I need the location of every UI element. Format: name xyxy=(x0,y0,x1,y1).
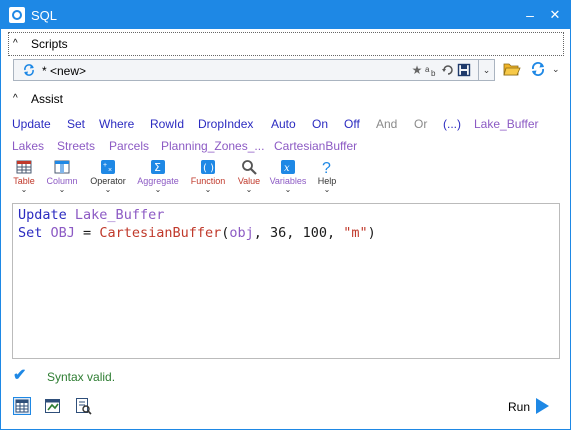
svg-text:×: × xyxy=(108,167,112,174)
refresh-dropdown-chevron-icon[interactable]: ⌄ xyxy=(552,64,560,75)
table-parcels[interactable]: Parcels xyxy=(109,139,149,153)
chevron-down-icon: ⌄ xyxy=(104,185,112,194)
sql-operator: = xyxy=(74,225,100,241)
map-view-icon[interactable] xyxy=(44,397,62,415)
status-message: Syntax valid. xyxy=(47,370,116,384)
editor-line-2: Set OBJ = CartesianBuffer(obj, 36, 100, … xyxy=(18,224,554,242)
keyword-update[interactable]: Update xyxy=(12,117,51,131)
magnifier-icon xyxy=(242,160,257,175)
scripts-section-header[interactable]: ^ Scripts xyxy=(8,32,564,56)
app-icon xyxy=(9,7,25,23)
chevron-down-icon: ⌄ xyxy=(20,185,28,194)
operator-menu-button[interactable]: + × Operator ⌄ xyxy=(88,159,128,194)
chevron-down-icon: ⌄ xyxy=(154,185,162,194)
sql-table-name: Lake_Buffer xyxy=(74,207,165,223)
sql-separator: , xyxy=(286,225,303,241)
keyword-or[interactable]: Or xyxy=(414,117,427,131)
svg-text:Σ: Σ xyxy=(154,161,161,174)
sql-separator: , xyxy=(326,225,344,241)
run-label[interactable]: Run xyxy=(508,400,530,414)
keyword-where[interactable]: Where xyxy=(99,117,134,131)
sql-field-name: OBJ xyxy=(50,225,75,241)
variable-icon: x xyxy=(281,160,295,174)
keyword-parentheses[interactable]: (...) xyxy=(443,117,461,131)
scripts-label: Scripts xyxy=(31,37,68,51)
table-streets[interactable]: Streets xyxy=(57,139,95,153)
operator-icon: + × xyxy=(101,160,115,174)
keyword-row-1: Update Set Where RowId DropIndex Auto On… xyxy=(12,117,562,133)
svg-text:b: b xyxy=(431,69,436,77)
table-planning-zones[interactable]: Planning_Zones_... xyxy=(161,139,264,153)
sql-function-name: CartesianBuffer xyxy=(99,225,222,241)
help-icon: ? xyxy=(322,160,331,175)
keyword-auto[interactable]: Auto xyxy=(271,117,296,131)
sql-number: 36 xyxy=(270,225,287,241)
function-icon: ( ) xyxy=(201,160,215,174)
grid-view-icon[interactable] xyxy=(13,397,31,415)
sql-number: 100 xyxy=(302,225,327,241)
script-dropdown-button[interactable]: ⌄ xyxy=(478,60,494,80)
script-selector[interactable]: * <new> ★ a b ⌄ xyxy=(13,59,495,81)
function-cartesianbuffer[interactable]: CartesianBuffer xyxy=(274,139,357,153)
sql-keyword: Update xyxy=(18,207,67,223)
sql-window: SQL – ✕ ^ Scripts * <new> ★ a b ⌄ ⌄ ^ As… xyxy=(0,0,571,430)
chevron-down-icon: ⌄ xyxy=(58,185,66,194)
svg-text:+: + xyxy=(103,162,107,169)
chevron-down-icon: ⌄ xyxy=(323,185,331,194)
sql-paren: ) xyxy=(367,225,376,241)
assist-label: Assist xyxy=(31,92,64,106)
sigma-icon: Σ xyxy=(151,160,165,174)
table-icon xyxy=(16,160,32,174)
variables-menu-button[interactable]: x Variables ⌄ xyxy=(269,159,307,194)
svg-text:a: a xyxy=(425,65,430,74)
rename-icon[interactable]: a b xyxy=(425,63,439,77)
refresh-scripts-icon[interactable] xyxy=(530,61,546,77)
svg-text:( ): ( ) xyxy=(203,163,214,174)
chevron-down-icon: ⌄ xyxy=(245,185,253,194)
table-lakes[interactable]: Lakes xyxy=(12,139,44,153)
keyword-row-2: Lakes Streets Parcels Planning_Zones_...… xyxy=(12,139,562,155)
keyword-and[interactable]: And xyxy=(376,117,397,131)
sql-argument: obj xyxy=(229,225,254,241)
chevron-down-icon: ⌄ xyxy=(204,185,212,194)
keyword-off[interactable]: Off xyxy=(344,117,360,131)
sql-string: "m" xyxy=(343,225,368,241)
assist-collapse-caret-icon[interactable]: ^ xyxy=(13,93,18,104)
window-title: SQL xyxy=(31,8,58,23)
sql-keyword: Set xyxy=(18,225,43,241)
save-icon[interactable] xyxy=(457,63,471,77)
reload-icon[interactable] xyxy=(441,63,455,77)
open-folder-icon[interactable] xyxy=(503,61,521,77)
star-icon[interactable]: ★ xyxy=(410,63,424,77)
table-lake-buffer[interactable]: Lake_Buffer xyxy=(474,117,539,131)
refresh-icon xyxy=(24,64,34,76)
help-menu-button[interactable]: ? Help ⌄ xyxy=(315,159,339,194)
svg-text:?: ? xyxy=(322,160,331,175)
keyword-dropindex[interactable]: DropIndex xyxy=(198,117,253,131)
sql-separator: , xyxy=(253,225,271,241)
editor-line-1: Update Lake_Buffer xyxy=(18,206,554,224)
table-menu-button[interactable]: Table ⌄ xyxy=(12,159,36,194)
keyword-set[interactable]: Set xyxy=(67,117,85,131)
checkmark-icon: ✔ xyxy=(13,367,27,384)
keyword-rowid[interactable]: RowId xyxy=(150,117,184,131)
function-menu-button[interactable]: ( ) Function ⌄ xyxy=(189,159,227,194)
close-button[interactable]: ✕ xyxy=(546,6,564,24)
script-name: * <new> xyxy=(42,64,87,78)
svg-text:x: x xyxy=(284,163,290,174)
chevron-down-icon: ⌄ xyxy=(284,185,292,194)
sql-editor[interactable]: Update Lake_Buffer Set OBJ = CartesianBu… xyxy=(12,203,560,359)
run-play-icon[interactable] xyxy=(536,398,549,414)
column-icon xyxy=(54,160,70,174)
query-plan-icon[interactable] xyxy=(74,397,92,415)
minimize-button[interactable]: – xyxy=(521,6,539,24)
keyword-on[interactable]: On xyxy=(312,117,328,131)
collapse-caret-icon[interactable]: ^ xyxy=(13,38,18,49)
aggregate-menu-button[interactable]: Σ Aggregate ⌄ xyxy=(135,159,181,194)
title-bar[interactable]: SQL – ✕ xyxy=(1,1,570,29)
value-menu-button[interactable]: Value ⌄ xyxy=(235,159,263,194)
column-menu-button[interactable]: Column ⌄ xyxy=(44,159,80,194)
